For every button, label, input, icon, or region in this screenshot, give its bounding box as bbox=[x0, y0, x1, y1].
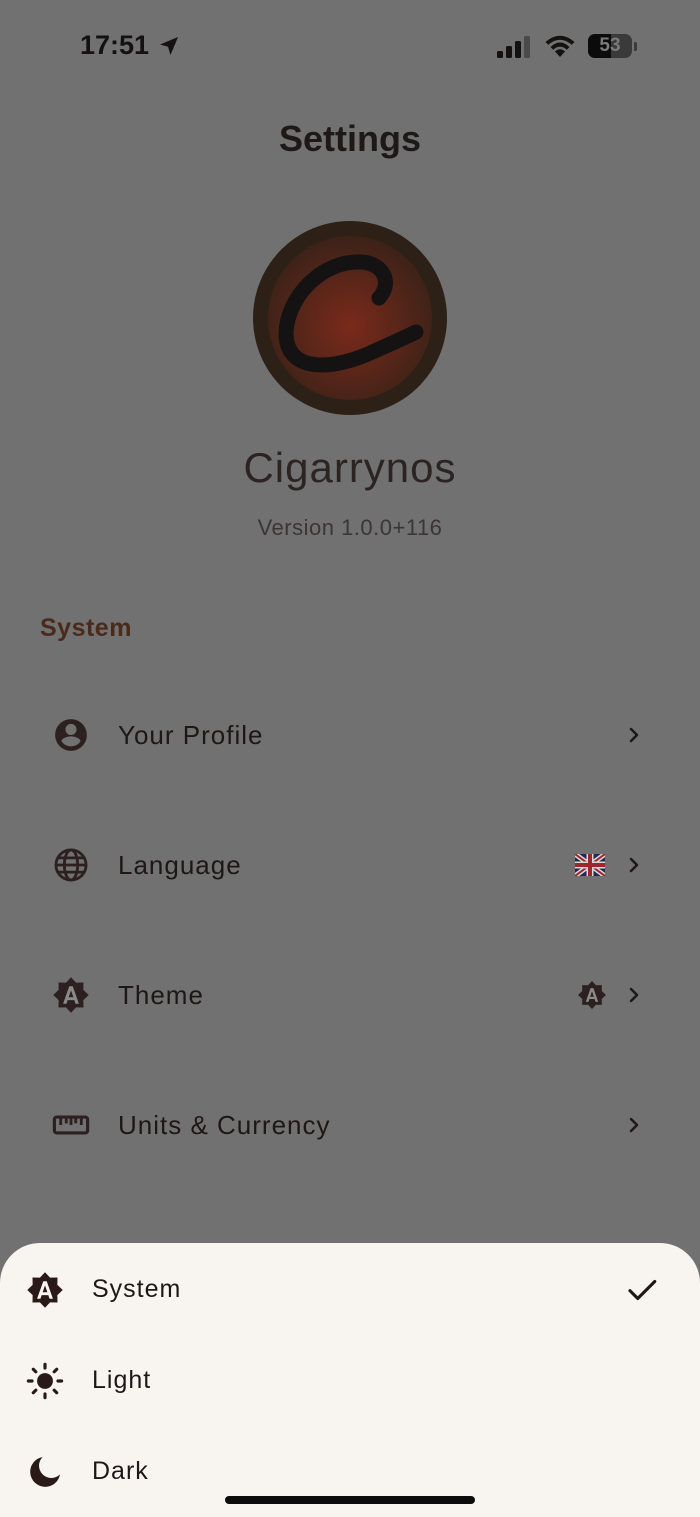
battery-tip bbox=[634, 42, 637, 51]
uk-flag-icon bbox=[575, 854, 605, 876]
location-arrow-icon bbox=[160, 37, 178, 55]
status-bar: 17:51 53 bbox=[0, 0, 700, 95]
battery-icon: 53 bbox=[588, 34, 638, 60]
status-time: 17:51 bbox=[80, 30, 150, 60]
app-name: Cigarrynos bbox=[243, 444, 457, 491]
battery-level: 53 bbox=[599, 35, 621, 56]
theme-option-label: Light bbox=[92, 1366, 152, 1394]
page-title: Settings bbox=[278, 118, 421, 159]
chevron-right-icon bbox=[629, 1117, 639, 1133]
row-label-theme: Theme bbox=[118, 980, 204, 1010]
chevron-right-icon bbox=[629, 727, 639, 743]
settings-row-language[interactable]: Language bbox=[0, 810, 700, 920]
app-logo bbox=[253, 221, 447, 415]
auto-theme-icon bbox=[578, 981, 606, 1009]
auto-theme-icon bbox=[27, 1272, 63, 1308]
row-label-profile: Your Profile bbox=[118, 720, 264, 750]
account-circle-icon bbox=[55, 719, 87, 751]
globe-icon bbox=[54, 848, 88, 882]
app-version: Version 1.0.0+116 bbox=[257, 515, 443, 540]
signal-bars-icon bbox=[497, 36, 530, 58]
checkmark-icon bbox=[628, 1279, 657, 1301]
auto-theme-icon bbox=[53, 977, 89, 1013]
row-label-units-currency: Units & Currency bbox=[118, 1110, 331, 1140]
settings-row-theme[interactable]: Theme bbox=[0, 940, 700, 1050]
settings-row-profile[interactable]: Your Profile bbox=[0, 680, 700, 790]
ruler-icon bbox=[52, 1115, 90, 1135]
theme-option-label: Dark bbox=[92, 1457, 149, 1485]
wifi-icon bbox=[545, 35, 575, 57]
theme-bottom-sheet: System Light Dark bbox=[0, 1243, 700, 1517]
chevron-right-icon bbox=[629, 857, 639, 873]
theme-option-light[interactable]: Light bbox=[0, 1337, 700, 1425]
row-label-language: Language bbox=[118, 850, 242, 880]
theme-option-label: System bbox=[92, 1275, 182, 1303]
section-title-system: System bbox=[40, 614, 132, 642]
chevron-right-icon bbox=[629, 987, 639, 1003]
moon-icon bbox=[30, 1456, 61, 1487]
battery-body: 53 bbox=[588, 34, 632, 58]
home-indicator bbox=[225, 1496, 475, 1504]
theme-option-system[interactable]: System bbox=[0, 1246, 700, 1334]
settings-row-units-currency[interactable]: Units & Currency bbox=[0, 1070, 700, 1180]
sun-icon bbox=[26, 1362, 64, 1400]
